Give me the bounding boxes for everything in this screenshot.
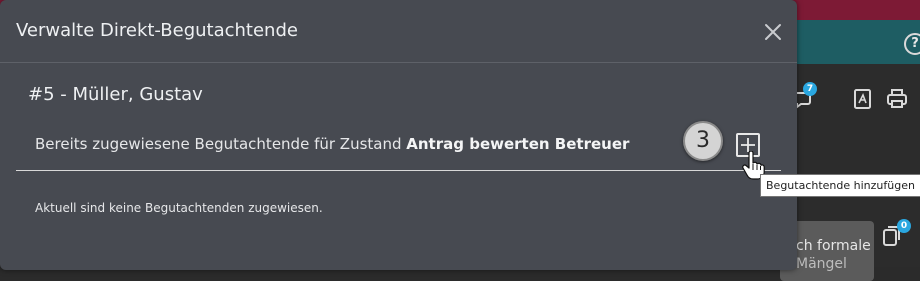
assigned-reviewers-label: Bereits zugewiesene Begutachtende für Zu… [35,135,629,153]
close-icon[interactable] [761,20,785,44]
manage-reviewers-modal: Verwalte Direkt-Begutachtende #5 - Mülle… [0,0,797,270]
step-number-badge: 3 [683,121,723,161]
document-count-badge: 0 [897,219,911,233]
modal-title: Verwalte Direkt-Begutachtende [16,20,298,41]
assigned-label-prefix: Bereits zugewiesene Begutachtende für Zu… [35,135,407,153]
help-icon[interactable]: ? [904,33,920,55]
print-icon[interactable] [886,88,908,110]
person-name: #5 - Müller, Gustav [28,84,203,105]
comments-count-badge: 7 [803,82,817,96]
card-line-2: Mängel [796,256,847,272]
empty-reviewers-message: Aktuell sind keine Begutachtenden zugewi… [35,201,323,215]
add-reviewer-tooltip: Begutachtende hinzufügen [760,174,920,197]
section-divider [16,170,781,171]
assigned-state: Antrag bewerten Betreuer [406,135,630,153]
modal-header: Verwalte Direkt-Begutachtende [0,0,797,63]
card-line-1: ch formale [796,238,871,254]
pdf-icon[interactable] [852,88,874,110]
